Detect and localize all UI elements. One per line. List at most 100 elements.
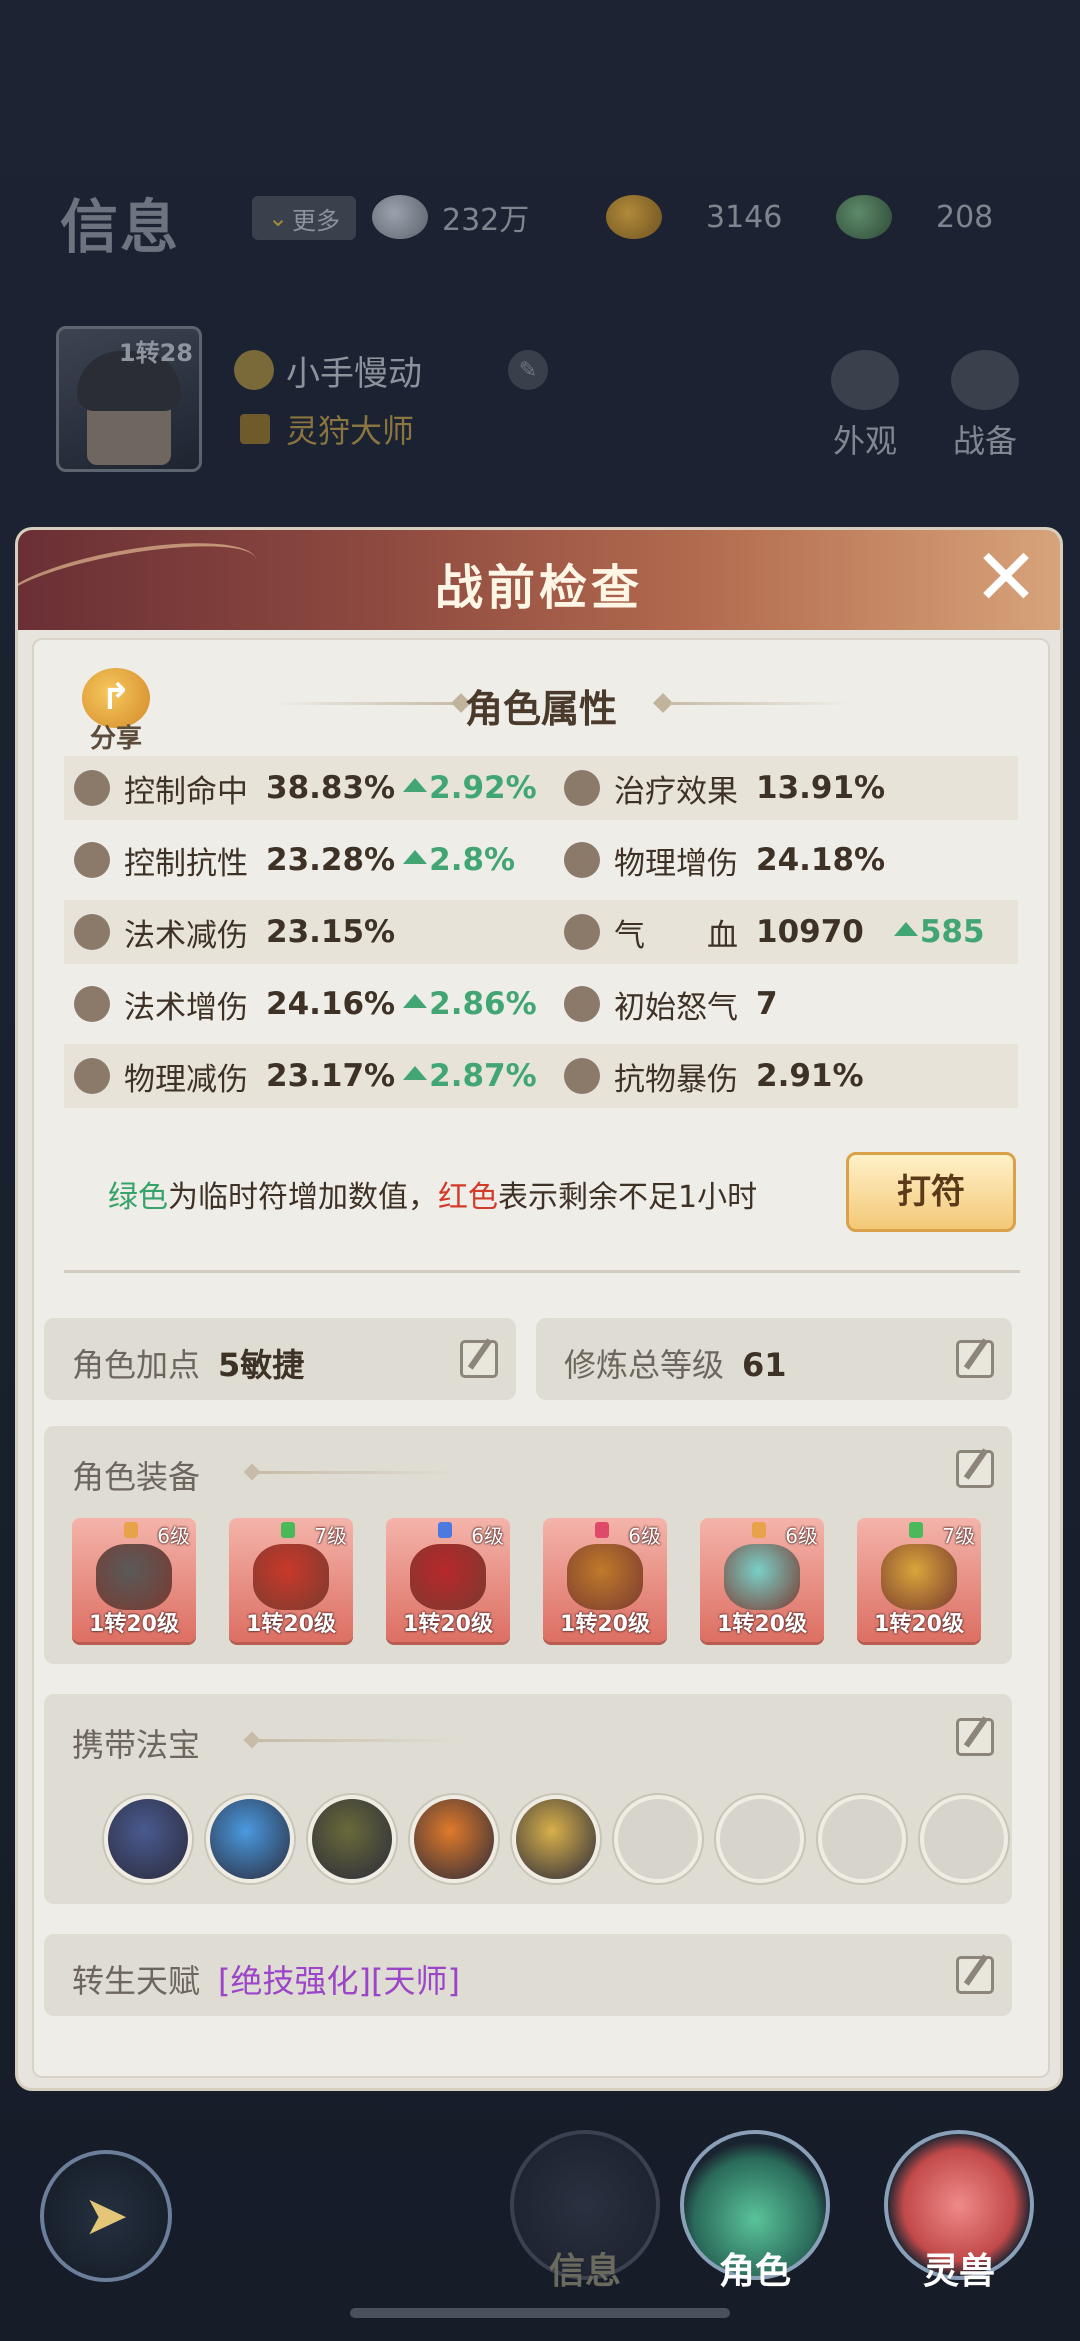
equipment-grade: 7级 (314, 1524, 347, 1548)
edit-icon[interactable] (460, 1340, 498, 1378)
heart-icon (564, 914, 600, 950)
scroll-treasure-icon[interactable] (104, 1795, 192, 1883)
equipment-art-icon (567, 1544, 643, 1610)
attribute-row: 控制命中 38.83% 2.92% 治疗效果 13.91% (64, 756, 1018, 820)
player-level: 1转28 (118, 339, 193, 367)
nav-character[interactable]: 角色 (680, 2130, 830, 2300)
gem-icon (595, 1522, 609, 1538)
attr-control-hit: 控制命中 38.83% 2.92% (74, 756, 537, 820)
cultivation-label: 修炼总等级 (564, 1346, 725, 1384)
empty-slot[interactable] (920, 1795, 1008, 1883)
more-button[interactable]: ⌄ 更多 (252, 196, 356, 240)
yin-yang-treasure-icon[interactable] (206, 1795, 294, 1883)
section-title: 角色属性 (464, 687, 617, 731)
equipment-grade: 6级 (471, 1524, 504, 1548)
control-resist-icon (74, 842, 110, 878)
rage-icon (564, 986, 600, 1022)
nav-spirit-beast[interactable]: 灵兽 (884, 2130, 1034, 2300)
back-button[interactable]: ➤ (40, 2150, 172, 2282)
temporary-buff-note: 绿色为临时符增加数值，红色表示剩余不足1小时 (108, 1180, 758, 1215)
currency-value: 232万 (442, 203, 530, 238)
edit-icon[interactable] (956, 1718, 994, 1756)
empty-slot[interactable] (716, 1795, 804, 1883)
equipment-grade: 6级 (785, 1524, 818, 1548)
attr-control-resist: 控制抗性 23.28% 2.8% (74, 828, 515, 892)
bonus-value: 2.87% (403, 1058, 537, 1094)
fire-treasure-icon[interactable] (410, 1795, 498, 1883)
bonus-value: 585 (893, 914, 985, 950)
gem-icon (281, 1522, 295, 1538)
equipment-slot[interactable]: 7级 1转20级 (229, 1518, 353, 1642)
equipment-label: 角色装备 (72, 1458, 201, 1496)
equipment-art-icon (410, 1544, 486, 1610)
appearance-button[interactable]: 外观 (820, 350, 910, 462)
bonus-value: 2.86% (403, 986, 537, 1022)
attribute-row: 法术增伤 24.16% 2.86% 初始怒气 7 (64, 972, 1018, 1036)
equipment-slot[interactable]: 6级 1转20级 (72, 1518, 196, 1642)
equipment-slot[interactable]: 6级 1转20级 (386, 1518, 510, 1642)
gem-icon (752, 1522, 766, 1538)
currency-value: 208 (936, 199, 994, 235)
crit-shield-icon (564, 1058, 600, 1094)
points-label: 角色加点 (72, 1346, 201, 1384)
sword-icon (564, 842, 600, 878)
equipment-slot[interactable]: 6级 1转20级 (543, 1518, 667, 1642)
battle-prep-button[interactable]: 战备 (940, 350, 1030, 462)
chevron-down-icon: ⌄ (267, 204, 289, 232)
currency-gold: 3146 (606, 192, 782, 242)
divider (64, 1270, 1020, 1273)
cultivation-value: 61 (742, 1346, 787, 1384)
nav-info-label: 信息 (548, 2251, 621, 2292)
attr-initial-rage: 初始怒气 7 (564, 972, 778, 1036)
flame-icon (74, 986, 110, 1022)
currency-silver: 232万 (372, 192, 529, 242)
attribute-row: 控制抗性 23.28% 2.8% 物理增伤 24.18% (64, 828, 1018, 892)
empty-slot[interactable] (614, 1795, 702, 1883)
empty-slot[interactable] (818, 1795, 906, 1883)
attr-physical-reduction: 物理减伤 23.17% 2.87% (74, 1044, 537, 1108)
attribute-row: 物理减伤 23.17% 2.87% 抗物暴伤 2.91% (64, 1044, 1018, 1108)
dialog-title: 战前检查 (434, 560, 643, 616)
equipment-box: 角色装备 6级 1转20级 7级 1转20级 6级 1转20级 6级 1转20级 6级 1转20级… (44, 1426, 1012, 1664)
gem-icon (438, 1522, 452, 1538)
pencil-icon[interactable]: ✎ (508, 350, 548, 390)
appearance-label: 外观 (832, 422, 897, 460)
equipment-art-icon (881, 1544, 957, 1610)
attr-magic-damage: 法术增伤 24.16% 2.86% (74, 972, 537, 1036)
edit-icon[interactable] (956, 1450, 994, 1488)
title-decoration-right (670, 702, 850, 705)
equipment-grade: 7级 (942, 1524, 975, 1548)
title-badge-icon (240, 414, 270, 444)
dialog-header: 战前检查 ✕ (18, 530, 1060, 637)
talent-label: 转生天赋 (72, 1962, 201, 2000)
edit-icon[interactable] (956, 1956, 994, 1994)
pre-battle-check-dialog: 战前检查 ✕ ↱ 分享 角色属性 控制命中 38.83% 2.92% 治疗效果 … (18, 530, 1060, 2088)
hat-icon (831, 350, 899, 410)
magic-shield-icon (74, 914, 110, 950)
nav-info[interactable]: 信息 (510, 2130, 660, 2300)
gold-ingot-icon (606, 195, 662, 239)
apply-talisman-button[interactable]: 打符 (846, 1152, 1016, 1232)
physical-shield-icon (74, 1058, 110, 1094)
attribute-row: 法术减伤 23.15% 气 血 10970 585 (64, 900, 1018, 964)
avatar[interactable]: 1转28 (56, 326, 202, 472)
equipment-art-icon (724, 1544, 800, 1610)
cultivation-box[interactable]: 修炼总等级 61 (536, 1318, 1012, 1400)
currency-value: 3146 (706, 199, 783, 235)
attribute-points-box[interactable]: 角色加点 5敏捷 (44, 1318, 516, 1400)
edit-icon[interactable] (956, 1340, 994, 1378)
more-label: 更多 (292, 206, 341, 235)
equipment-slot[interactable]: 7级 1转20级 (857, 1518, 981, 1642)
bonus-value: 2.8% (403, 842, 515, 878)
armor-icon (951, 350, 1019, 410)
dragon-treasure-icon[interactable] (512, 1795, 600, 1883)
home-indicator[interactable] (350, 2308, 730, 2318)
page-title: 信息 (60, 193, 181, 261)
attr-physical-damage: 物理增伤 24.18% (564, 828, 885, 892)
equipment-grade: 6级 (628, 1524, 661, 1548)
equipment-slot[interactable]: 6级 1转20级 (700, 1518, 824, 1642)
rebirth-talent-box[interactable]: 转生天赋 [绝技强化][天师] (44, 1934, 1012, 2016)
attr-crit-resist: 抗物暴伤 2.91% (564, 1044, 864, 1108)
close-icon[interactable]: ✕ (964, 536, 1048, 620)
bell-treasure-icon[interactable] (308, 1795, 396, 1883)
